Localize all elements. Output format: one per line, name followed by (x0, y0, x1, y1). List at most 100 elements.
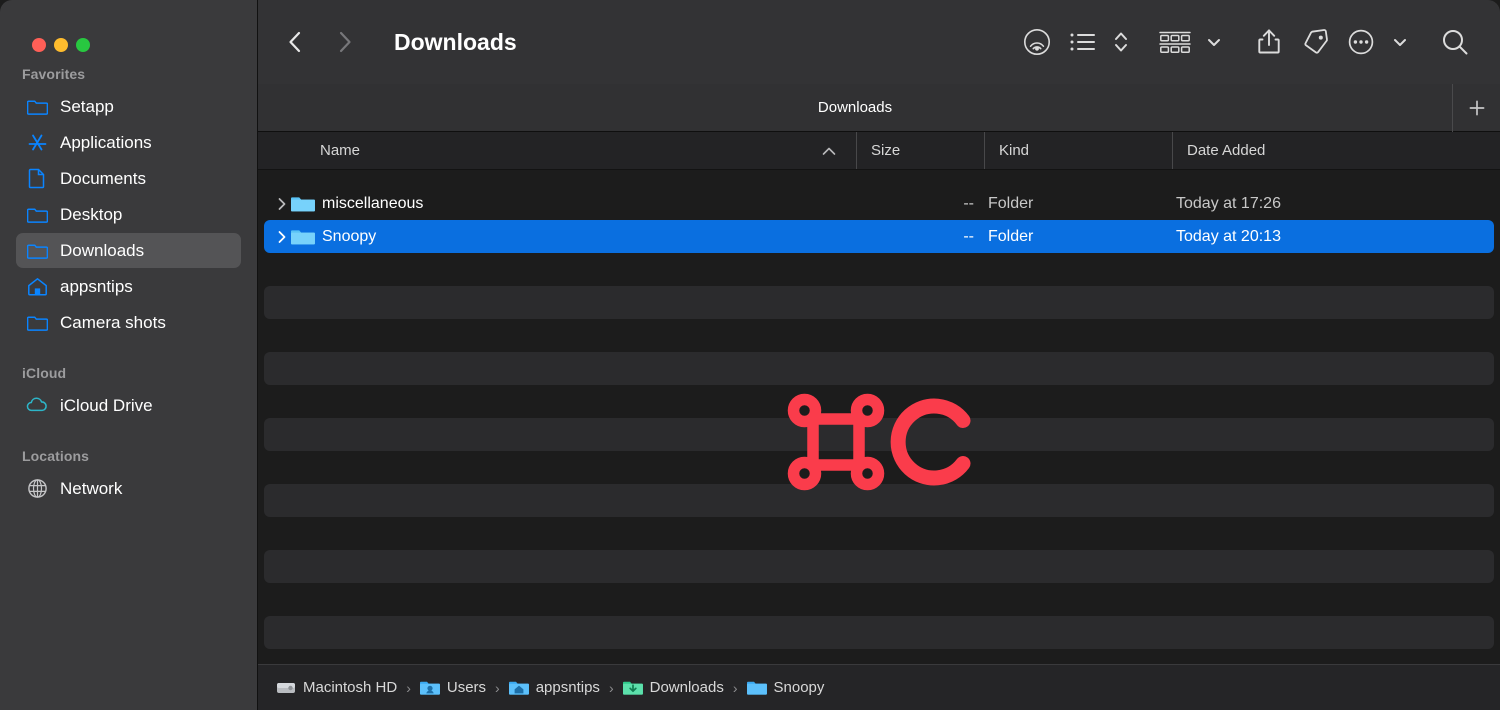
folder-icon (26, 312, 48, 334)
toolbar: Downloads (258, 0, 1500, 84)
close-button[interactable] (32, 37, 46, 52)
hard-drive-icon (276, 678, 296, 698)
sidebar-item-label: Network (60, 478, 123, 498)
chevron-right-icon[interactable] (334, 29, 356, 55)
sidebar-item-appsntips[interactable]: appsntips (16, 269, 241, 304)
file-size: -- (963, 194, 974, 212)
column-headers: Name Size Kind Date Added (258, 132, 1500, 170)
group-by-icon[interactable] (1152, 19, 1198, 65)
path-separator: › (495, 679, 500, 696)
sidebar: Favorites Setapp Applications Documents … (0, 0, 258, 710)
table-row[interactable]: miscellaneous -- Folder Today at 17:26 (264, 187, 1494, 220)
sidebar-item-label: Downloads (60, 240, 145, 260)
airdrop-icon[interactable] (1014, 19, 1060, 65)
file-kind: Folder (988, 227, 1034, 245)
row-stripe (264, 418, 1494, 451)
file-size: -- (963, 227, 974, 245)
path-separator: › (608, 679, 614, 696)
folder-icon (746, 678, 767, 698)
sidebar-item-documents[interactable]: Documents (16, 161, 241, 196)
share-icon[interactable] (1246, 19, 1292, 65)
path-item-downloads[interactable]: Downloads (622, 678, 724, 698)
sidebar-item-downloads[interactable]: Downloads (16, 233, 241, 268)
tab-bar: Downloads (258, 83, 1500, 132)
file-name: Snoopy (322, 227, 377, 245)
folder-icon (26, 96, 48, 118)
sidebar-item-desktop[interactable]: Desktop (16, 197, 241, 232)
navigation-buttons (284, 29, 356, 55)
cloud-icon (26, 395, 48, 417)
table-row[interactable]: Snoopy -- Folder Today at 20:13 (264, 220, 1494, 253)
row-stripe (264, 616, 1494, 649)
file-list: miscellaneous -- Folder Today at 17:26 S… (258, 170, 1500, 664)
path-label: Users (446, 679, 487, 696)
list-view-icon[interactable] (1060, 19, 1106, 65)
zoom-button[interactable] (76, 37, 90, 52)
path-label: Macintosh HD (303, 679, 398, 696)
sidebar-section-locations: Locations (22, 448, 90, 464)
column-label: Size (871, 142, 901, 159)
sidebar-item-label: Documents (60, 168, 146, 188)
disclosure-triangle-icon[interactable] (264, 230, 290, 244)
sidebar-section-icloud: iCloud (22, 365, 67, 381)
column-header-name[interactable]: Name (258, 132, 856, 169)
folder-icon (26, 204, 48, 226)
file-date-added: Today at 17:26 (1176, 194, 1281, 212)
sidebar-item-network[interactable]: Network (16, 471, 241, 506)
column-label: Date Added (1187, 142, 1266, 159)
path-separator: › (732, 679, 738, 696)
more-options-chevron-icon[interactable] (1384, 19, 1416, 65)
more-options-icon[interactable] (1338, 19, 1384, 65)
row-stripe (264, 352, 1494, 385)
sidebar-item-label: Camera shots (60, 312, 166, 332)
tab-label: Downloads (817, 99, 893, 116)
path-item-macintosh-hd[interactable]: Macintosh HD (276, 678, 397, 698)
minimize-button[interactable] (54, 37, 68, 52)
path-item-snoopy[interactable]: Snoopy (746, 678, 825, 698)
sidebar-item-camera-shots[interactable]: Camera shots (16, 305, 241, 340)
finder-window: Favorites Setapp Applications Documents … (0, 0, 1500, 710)
search-icon[interactable] (1432, 19, 1478, 65)
group-by-chevron-icon[interactable] (1198, 19, 1230, 65)
column-header-kind[interactable]: Kind (984, 132, 1172, 169)
column-label: Name (320, 142, 361, 159)
sidebar-item-label: Desktop (60, 204, 123, 224)
sidebar-item-setapp[interactable]: Setapp (16, 89, 241, 124)
applications-icon (26, 132, 48, 154)
page-title: Downloads (394, 28, 517, 55)
disclosure-triangle-icon[interactable] (264, 197, 290, 211)
row-stripe (264, 550, 1494, 583)
column-header-date-added[interactable]: Date Added (1172, 132, 1500, 169)
sort-ascending-icon (822, 142, 836, 159)
view-stepper-icon[interactable] (1106, 19, 1136, 65)
new-tab-button[interactable] (1452, 83, 1500, 132)
sidebar-item-icloud-drive[interactable]: iCloud Drive (16, 388, 241, 423)
column-header-size[interactable]: Size (856, 132, 984, 169)
path-item-appsntips[interactable]: appsntips (508, 678, 600, 698)
toolbar-actions (1014, 19, 1478, 65)
document-icon (26, 168, 48, 190)
path-label: Snoopy (773, 679, 825, 696)
tab-downloads[interactable]: Downloads (258, 84, 1452, 132)
column-label: Kind (999, 142, 1030, 159)
traffic-lights (0, 0, 257, 56)
path-label: appsntips (535, 679, 600, 696)
path-item-users[interactable]: Users (419, 678, 487, 698)
users-folder-icon (419, 678, 440, 698)
file-kind: Folder (988, 194, 1034, 212)
globe-icon (26, 478, 48, 500)
sidebar-item-label: Setapp (60, 96, 114, 116)
chevron-left-icon[interactable] (284, 29, 306, 55)
path-bar: Macintosh HD › Users › appsntips › Downl… (258, 664, 1500, 710)
sidebar-item-label: appsntips (60, 276, 133, 296)
folder-icon (290, 227, 316, 246)
row-stripe (264, 286, 1494, 319)
folder-icon (290, 194, 316, 213)
sidebar-item-applications[interactable]: Applications (16, 125, 241, 160)
path-label: Downloads (649, 679, 724, 696)
tag-icon[interactable] (1292, 19, 1338, 65)
downloads-folder-icon (622, 678, 643, 698)
path-separator: › (406, 679, 411, 696)
sidebar-item-label: iCloud Drive (60, 395, 153, 415)
file-date-added: Today at 20:13 (1176, 227, 1281, 245)
